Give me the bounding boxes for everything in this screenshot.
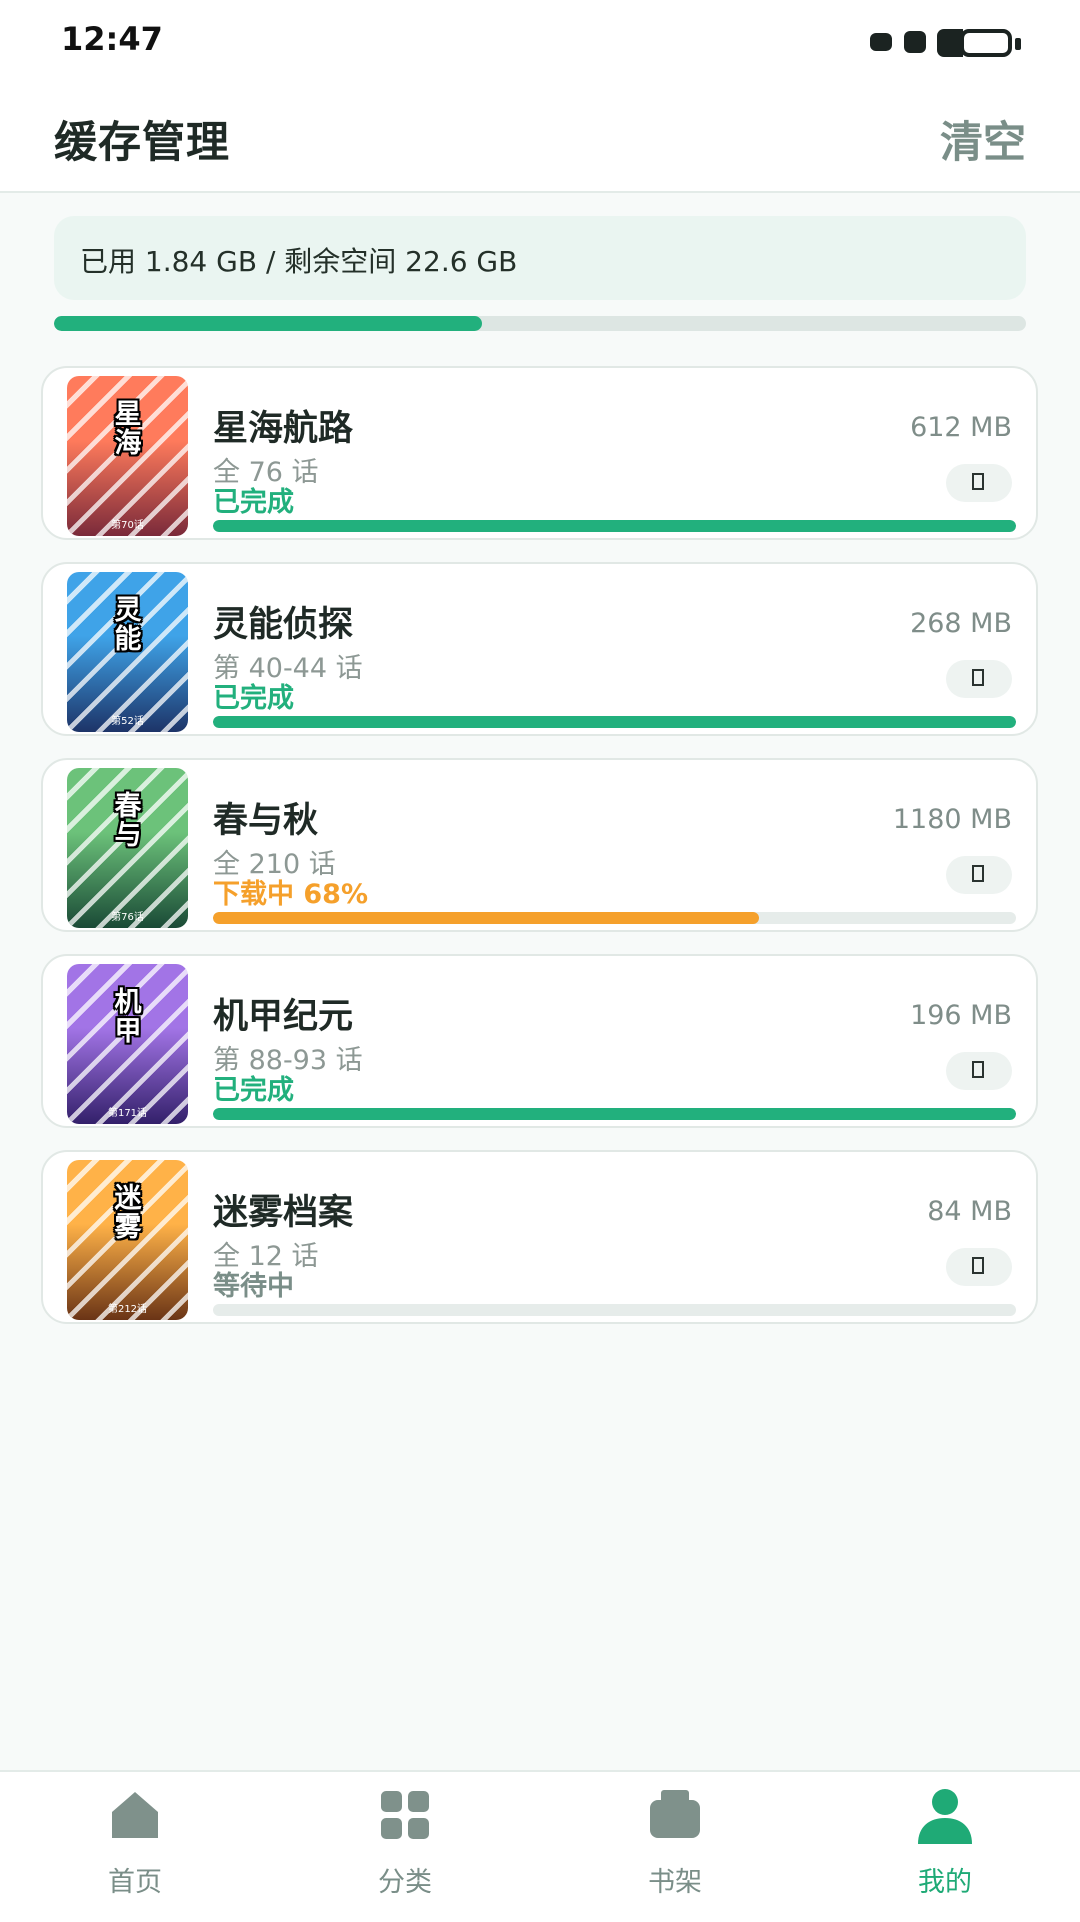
user-icon	[918, 1789, 972, 1844]
cover-title: 灵能	[114, 595, 142, 655]
cover-title: 春与	[114, 791, 142, 851]
wifi-icon	[904, 31, 926, 53]
cache-item[interactable]: 机甲 第171话 机甲纪元 196 MB 第 88-93 话 已完成	[41, 954, 1038, 1128]
download-progress-bar	[213, 1108, 1016, 1120]
comic-title: 春与秋	[213, 801, 319, 841]
storage-usage-bar	[54, 316, 1026, 331]
cache-item[interactable]: 春与 第76话 春与秋 1180 MB 全 210 话 下载中 68%	[41, 758, 1038, 932]
cover-episode-label: 第70话	[111, 520, 144, 531]
cache-size: 84 MB	[927, 1196, 1012, 1227]
download-progress-fill	[213, 912, 760, 924]
tab-home-label: 首页	[108, 1867, 162, 1898]
cover-title: 星海	[114, 399, 142, 459]
download-status: 下载中 68%	[213, 879, 369, 910]
cover-title: 迷雾	[114, 1183, 142, 1243]
battery-cap-icon	[1015, 38, 1021, 50]
download-progress-bar	[213, 520, 1016, 532]
comic-cover: 机甲 第171话	[67, 964, 188, 1124]
download-status: 已完成	[213, 683, 294, 714]
tab-mine[interactable]: 我的	[810, 1772, 1080, 1922]
download-status: 已完成	[213, 487, 294, 518]
tab-bookshelf-label: 书架	[648, 1867, 702, 1898]
tab-mine-label: 我的	[918, 1867, 972, 1898]
cache-size: 196 MB	[910, 1000, 1012, 1031]
download-progress-bar	[213, 912, 1016, 924]
storage-summary: 已用 1.84 GB / 剩余空间 22.6 GB	[54, 216, 1026, 300]
cover-episode-label: 第76话	[111, 912, 144, 923]
signal-icon	[870, 33, 892, 51]
delete-button[interactable]	[946, 856, 1012, 894]
grid-icon	[381, 1791, 429, 1839]
tab-category-label: 分类	[378, 1867, 432, 1898]
storage-text: 已用 1.84 GB / 剩余空间 22.6 GB	[80, 245, 518, 278]
tab-category[interactable]: 分类	[270, 1772, 540, 1922]
trash-icon	[972, 865, 984, 882]
tab-bookshelf[interactable]: 书架	[540, 1772, 810, 1922]
cover-episode-label: 第171话	[107, 1108, 148, 1119]
storage-usage-fill	[54, 316, 482, 331]
trash-icon	[972, 1257, 984, 1274]
status-time: 12:47	[61, 20, 163, 58]
download-progress-bar	[213, 1304, 1016, 1316]
trash-icon	[972, 669, 984, 686]
comic-cover: 春与 第76话	[67, 768, 188, 928]
comic-title: 灵能侦探	[213, 605, 354, 645]
trash-icon	[972, 473, 984, 490]
comic-cover: 星海 第70话	[67, 376, 188, 536]
cache-size: 612 MB	[910, 412, 1012, 443]
battery-icon	[960, 29, 1012, 57]
delete-button[interactable]	[946, 1248, 1012, 1286]
delete-button[interactable]	[946, 660, 1012, 698]
cache-size: 268 MB	[910, 608, 1012, 639]
home-icon	[112, 1792, 158, 1838]
clear-button[interactable]: 清空	[940, 108, 1026, 170]
comic-title: 星海航路	[213, 409, 354, 449]
download-progress-fill	[213, 716, 1016, 728]
bookshelf-icon	[650, 1790, 700, 1838]
download-status: 等待中	[213, 1271, 294, 1302]
trash-icon	[972, 1061, 984, 1078]
comic-cover: 灵能 第52话	[67, 572, 188, 732]
cache-list: 星海 第70话 星海航路 612 MB 全 76 话 已完成 灵能 第52话 灵…	[41, 366, 1040, 1346]
cover-episode-label: 第212话	[107, 1304, 148, 1315]
status-bar: 12:47	[0, 0, 1080, 80]
cache-size: 1180 MB	[892, 804, 1012, 835]
tab-home[interactable]: 首页	[0, 1772, 270, 1922]
cover-episode-label: 第52话	[111, 716, 144, 727]
download-status: 已完成	[213, 1075, 294, 1106]
download-progress-fill	[213, 1108, 1016, 1120]
cache-item[interactable]: 灵能 第52话 灵能侦探 268 MB 第 40-44 话 已完成	[41, 562, 1038, 736]
delete-button[interactable]	[946, 464, 1012, 502]
bottom-tab-bar: 首页 分类 书架 我的	[0, 1770, 1080, 1922]
cache-item[interactable]: 星海 第70话 星海航路 612 MB 全 76 话 已完成	[41, 366, 1038, 540]
comic-title: 机甲纪元	[213, 997, 354, 1037]
cache-item[interactable]: 迷雾 第212话 迷雾档案 84 MB 全 12 话 等待中	[41, 1150, 1038, 1324]
comic-cover: 迷雾 第212话	[67, 1160, 188, 1320]
delete-button[interactable]	[946, 1052, 1012, 1090]
download-progress-bar	[213, 716, 1016, 728]
page-title: 缓存管理	[54, 118, 230, 168]
app-header: 缓存管理 清空	[0, 80, 1080, 193]
comic-title: 迷雾档案	[213, 1193, 354, 1233]
cover-title: 机甲	[114, 987, 142, 1047]
download-progress-fill	[213, 520, 1016, 532]
